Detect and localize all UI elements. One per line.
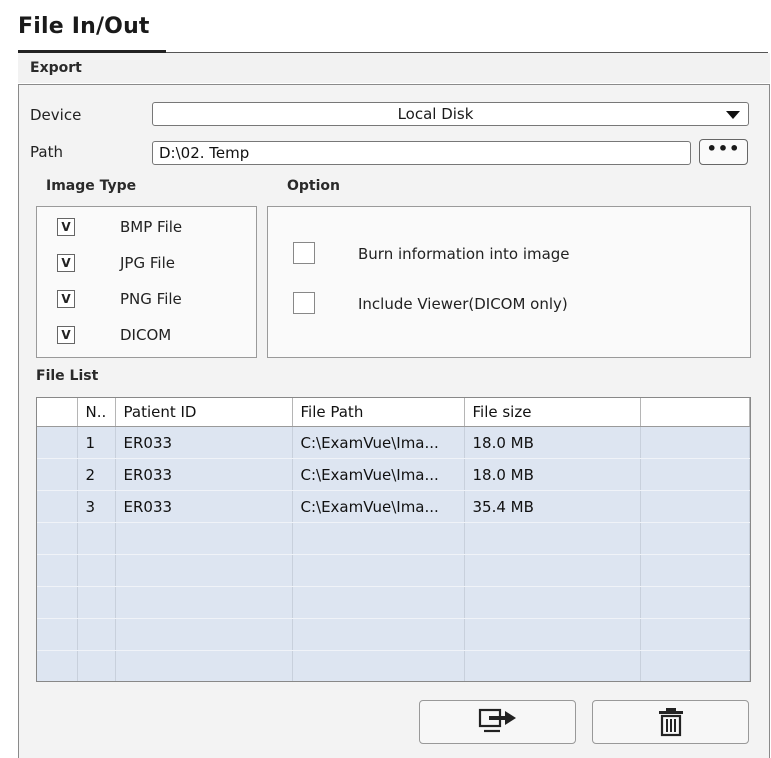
burn-info-label: Burn information into image xyxy=(358,245,570,263)
cell-file-size: 35.4 MB xyxy=(464,490,641,523)
header-patient-id[interactable]: Patient ID xyxy=(115,398,293,427)
header-file-path[interactable]: File Path xyxy=(292,398,465,427)
cell-no: 2 xyxy=(77,458,116,491)
dicom-checkbox[interactable]: V xyxy=(57,326,75,344)
image-type-label: Image Type xyxy=(46,178,137,194)
tab-export[interactable]: Export xyxy=(30,60,82,76)
bmp-checkbox[interactable]: V xyxy=(57,218,75,236)
cell-patient-id: ER033 xyxy=(115,458,293,491)
empty-row xyxy=(37,586,750,619)
png-label: PNG File xyxy=(120,290,182,308)
header-empty xyxy=(640,398,750,427)
include-viewer-label: Include Viewer(DICOM only) xyxy=(358,295,568,313)
chevron-down-icon[interactable] xyxy=(726,111,740,119)
path-label: Path xyxy=(30,143,63,161)
export-tab-bar xyxy=(18,53,770,83)
path-input[interactable] xyxy=(152,141,691,165)
table-header-row: N.. Patient ID File Path File size xyxy=(37,398,750,427)
empty-row xyxy=(37,650,750,681)
table-row[interactable]: 1 ER033 C:\ExamVue\Ima... 18.0 MB xyxy=(37,426,750,459)
table-row[interactable]: 3 ER033 C:\ExamVue\Ima... 35.4 MB xyxy=(37,490,750,523)
header-file-size[interactable]: File size xyxy=(464,398,641,427)
browse-button[interactable]: ••• xyxy=(699,139,748,165)
cell-file-path: C:\ExamVue\Ima... xyxy=(292,426,465,459)
empty-row xyxy=(37,522,750,555)
device-label: Device xyxy=(30,106,82,124)
include-viewer-checkbox[interactable] xyxy=(293,292,315,314)
option-label: Option xyxy=(287,178,340,194)
cell-file-size: 18.0 MB xyxy=(464,458,641,491)
export-icon xyxy=(478,708,516,733)
file-list-table[interactable]: N.. Patient ID File Path File size 1 ER0… xyxy=(36,397,751,682)
cell-no: 1 xyxy=(77,426,116,459)
cell-patient-id: ER033 xyxy=(115,490,293,523)
file-list-label: File List xyxy=(36,368,99,384)
device-selected-value: Local Disk xyxy=(397,105,474,123)
table-row[interactable]: 2 ER033 C:\ExamVue\Ima... 18.0 MB xyxy=(37,458,750,491)
empty-row xyxy=(37,618,750,651)
dicom-label: DICOM xyxy=(120,326,172,344)
header-no[interactable]: N.. xyxy=(77,398,116,427)
trash-icon xyxy=(658,708,683,737)
png-checkbox[interactable]: V xyxy=(57,290,75,308)
delete-button[interactable] xyxy=(592,700,749,744)
cell-file-size: 18.0 MB xyxy=(464,426,641,459)
cell-patient-id: ER033 xyxy=(115,426,293,459)
cell-file-path: C:\ExamVue\Ima... xyxy=(292,458,465,491)
bmp-label: BMP File xyxy=(120,218,183,236)
page-title: File In/Out xyxy=(18,14,150,39)
jpg-label: JPG File xyxy=(120,254,175,272)
header-indicator xyxy=(37,398,78,427)
file-grid: N.. Patient ID File Path File size 1 ER0… xyxy=(37,398,750,681)
burn-info-checkbox[interactable] xyxy=(293,242,315,264)
empty-row xyxy=(37,554,750,587)
export-button[interactable] xyxy=(419,700,576,744)
cell-file-path: C:\ExamVue\Ima... xyxy=(292,490,465,523)
option-group xyxy=(267,206,751,358)
cell-no: 3 xyxy=(77,490,116,523)
device-select[interactable]: Local Disk xyxy=(152,102,749,126)
jpg-checkbox[interactable]: V xyxy=(57,254,75,272)
